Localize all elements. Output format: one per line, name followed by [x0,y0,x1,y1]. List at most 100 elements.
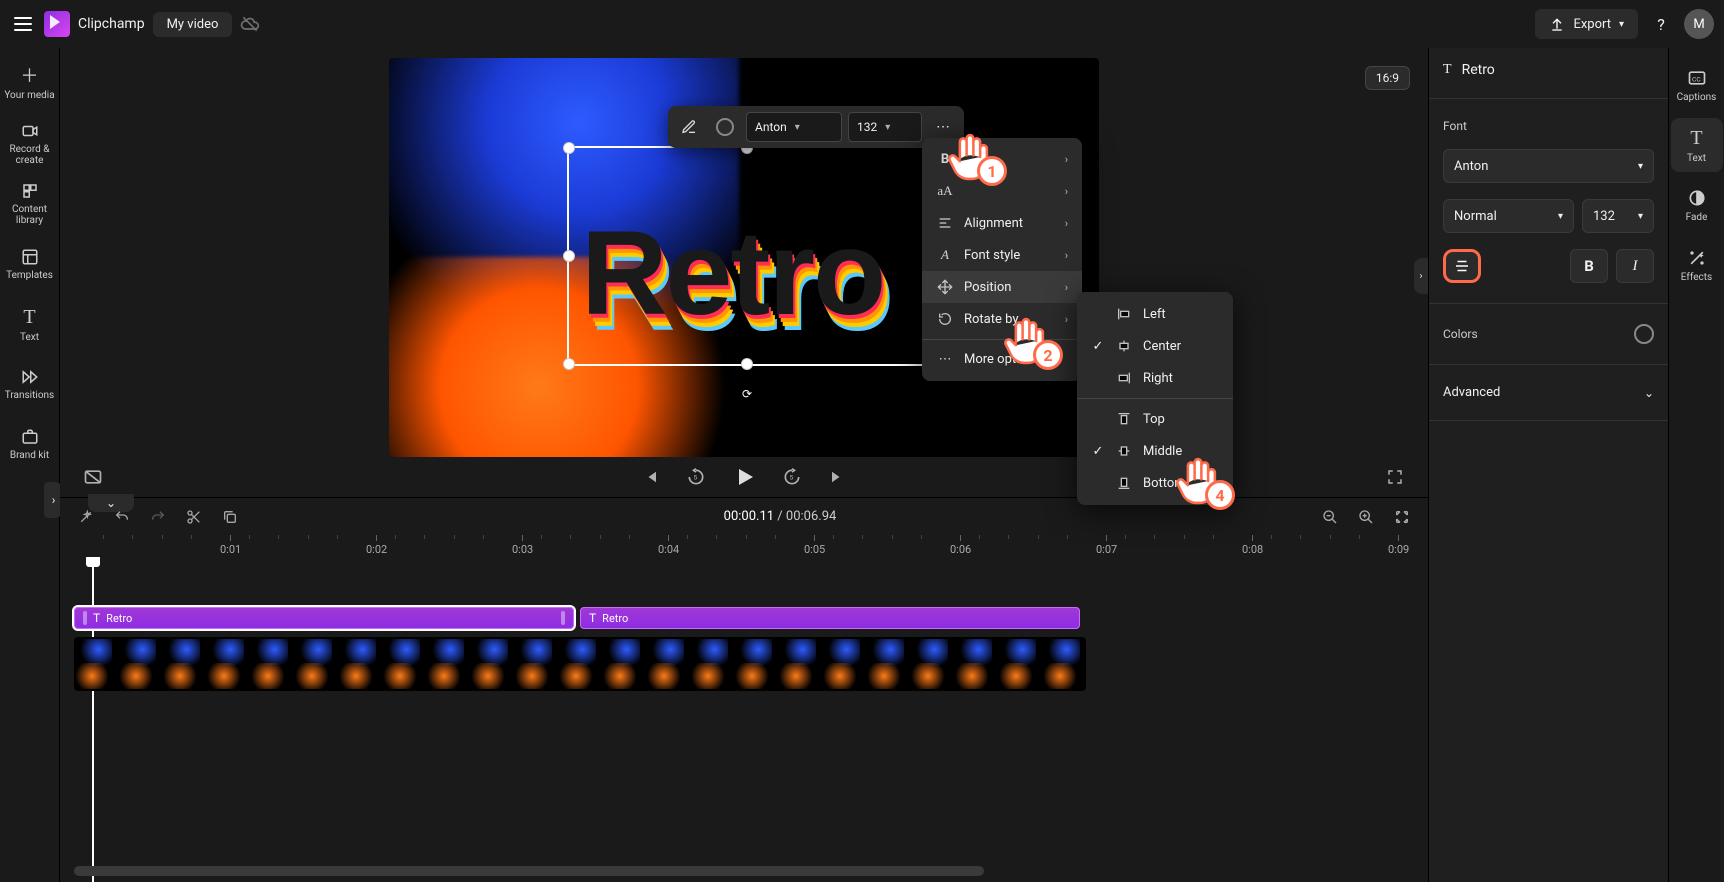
sidebar-item-your-media[interactable]: ＋ Your media [2,56,58,112]
library-icon [21,182,39,200]
timeline-scrollbar[interactable] [74,866,1414,876]
video-thumbnail [602,637,646,691]
menu-item-casing[interactable]: aA › [922,175,1082,207]
submenu-item-label: Center [1143,339,1181,354]
submenu-item-middle[interactable]: ✓ Middle [1077,435,1233,467]
text-clip[interactable]: TRetro [74,607,574,629]
sidebar-item-text[interactable]: T Text [2,296,58,352]
magic-tool-button[interactable] [74,505,98,529]
next-frame-button[interactable] [825,464,851,490]
chevron-down-icon: ▾ [1558,211,1563,222]
submenu-item-center[interactable]: ✓ Center [1077,330,1233,362]
sidebar-item-templates[interactable]: Templates [2,236,58,292]
sidebar-item-transitions[interactable]: Transitions [2,356,58,412]
menu-item-more-options[interactable]: ⋯ More options [922,344,1082,375]
italic-button[interactable]: I [1616,249,1654,283]
sidebar-item-brand-kit[interactable]: Brand kit [2,416,58,472]
font-family-select[interactable]: Anton ▾ [746,112,842,142]
fit-timeline-button[interactable] [1390,505,1414,529]
aspect-ratio-button[interactable]: 16:9 [1365,66,1410,90]
edit-text-button[interactable] [674,112,704,142]
left-rail-expand[interactable]: › [44,482,60,518]
font-weight-select[interactable]: Normal ▾ [1443,199,1574,233]
stage-expand-right[interactable]: › [1414,258,1428,294]
playhead[interactable] [92,557,94,882]
zoom-in-button[interactable] [1354,505,1378,529]
text-color-swatch[interactable] [710,112,740,142]
font-family-select[interactable]: Anton ▾ [1443,149,1654,183]
sidebar-item-label: Templates [6,270,53,281]
rail-item-effects[interactable]: Effects [1671,238,1723,292]
hamburger-menu[interactable] [10,11,36,37]
export-button[interactable]: Export ▾ [1535,9,1638,39]
submenu-item-right[interactable]: Right [1077,362,1233,394]
help-button[interactable]: ? [1646,9,1676,39]
submenu-item-top[interactable]: Top [1077,403,1233,435]
ruler-tick: 0:08 [1242,535,1263,557]
alignment-button[interactable] [1443,249,1481,283]
fullscreen-button[interactable] [1382,464,1408,490]
zoom-out-button[interactable] [1318,505,1342,529]
redo-button[interactable] [146,505,170,529]
rail-item-text[interactable]: T Text [1671,118,1723,172]
menu-separator [1077,398,1233,399]
sidebar-item-content-library[interactable]: Content library [2,176,58,232]
video-thumbnail [294,637,338,691]
user-avatar[interactable]: M [1684,9,1714,39]
rotate-icon [936,311,954,327]
text-icon: T [589,611,596,625]
rotate-handle[interactable]: ⟳ [737,384,757,404]
video-thumbnail [162,637,206,691]
play-button[interactable] [729,462,759,492]
advanced-section-toggle[interactable]: Advanced ⌄ [1443,385,1654,400]
timeline-ruler[interactable]: 0:010:020:030:040:050:060:070:080:09 [60,535,1428,557]
submenu-item-label: Right [1143,371,1173,386]
safe-zones-button[interactable] [80,464,106,490]
chevron-right-icon: › [1065,249,1068,262]
menu-separator [922,339,1082,340]
submenu-item-left[interactable]: Left [1077,298,1233,330]
video-clip[interactable] [74,637,1086,691]
submenu-item-bottom[interactable]: Bottom [1077,467,1233,499]
text-clip[interactable]: TRetro [580,607,1080,629]
timeline-tracks[interactable]: TRetro TRetro [60,557,1428,882]
briefcase-icon [21,428,39,446]
rail-item-fade[interactable]: Fade [1671,178,1723,232]
video-thumbnail [514,637,558,691]
scrollbar-thumb[interactable] [74,866,984,876]
video-preview[interactable]: Retro ⟳ Anton ▾ [389,58,1099,457]
split-button[interactable] [182,505,206,529]
color-swatch[interactable] [1634,324,1654,344]
undo-button[interactable] [110,505,134,529]
clip-handle-left[interactable] [83,611,87,625]
rail-item-captions[interactable]: CC Captions [1671,58,1723,112]
text-selection-box[interactable]: Retro ⟳ [567,146,927,366]
menu-item-position[interactable]: Position › [922,271,1082,303]
ruler-tick: 0:02 [366,535,387,557]
clipchamp-logo[interactable] [44,11,70,37]
video-thumbnail [954,637,998,691]
skip-forward-button[interactable]: 5 [779,464,805,490]
font-size-select[interactable]: 132 ▾ [848,112,922,142]
font-size-select[interactable]: 132 ▾ [1582,199,1654,233]
menu-item-font-style[interactable]: A Font style › [922,239,1082,271]
prev-frame-button[interactable] [637,464,663,490]
canvas-text[interactable]: Retro [581,204,884,342]
sidebar-item-record-create[interactable]: Record & create [2,116,58,172]
duplicate-button[interactable] [218,505,242,529]
skip-back-button[interactable]: 5 [683,464,709,490]
menu-item-label: More options [964,352,1041,367]
menu-item-alignment[interactable]: Alignment › [922,207,1082,239]
menu-item-format[interactable]: B › [922,144,1082,175]
templates-icon [21,248,39,266]
bold-button[interactable]: B [1570,249,1608,283]
cloud-sync-off-icon[interactable] [240,14,260,34]
menu-item-rotate[interactable]: Rotate by › [922,303,1082,335]
clip-handle-right[interactable] [561,611,565,625]
sidebar-item-label: Transitions [5,390,54,401]
video-thumbnail [998,637,1042,691]
current-time: 00:00.11 [724,509,774,524]
timeline-zoom-controls [1318,505,1414,529]
project-name[interactable]: My video [153,12,233,37]
video-thumbnail [206,637,250,691]
